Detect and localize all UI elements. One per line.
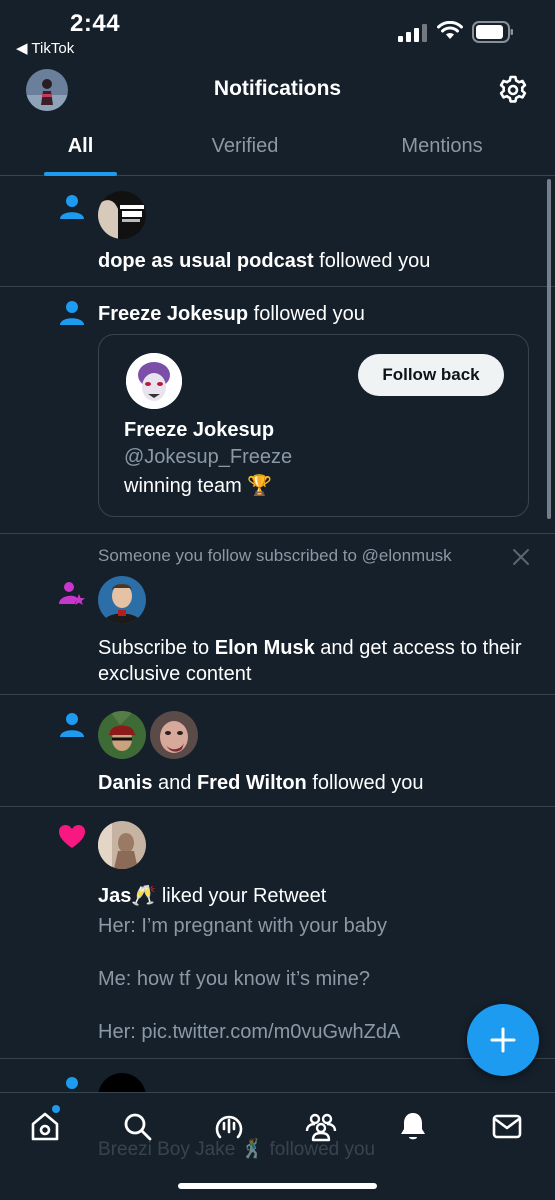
card-bio: winning team 🏆 bbox=[124, 475, 273, 497]
heart-icon bbox=[59, 825, 85, 848]
tab-all[interactable]: All bbox=[44, 135, 117, 158]
avatar[interactable] bbox=[98, 576, 146, 624]
mail-icon[interactable] bbox=[490, 1109, 524, 1143]
communities-icon[interactable] bbox=[304, 1109, 338, 1143]
avatar[interactable] bbox=[126, 353, 182, 409]
tab-verified[interactable]: Verified bbox=[190, 135, 300, 158]
notification-item[interactable] bbox=[0, 1059, 555, 1092]
spaces-icon[interactable] bbox=[212, 1109, 246, 1143]
notifications-feed[interactable]: dope as usual podcast followed you Freez… bbox=[0, 177, 555, 1092]
person-icon bbox=[66, 1077, 78, 1089]
follow-back-button[interactable]: Follow back bbox=[358, 354, 504, 396]
person-star-icon bbox=[59, 582, 85, 605]
user-card[interactable]: Follow back Freeze Jokesup @Jokesup_Free… bbox=[98, 334, 529, 517]
plus-icon bbox=[490, 1027, 516, 1053]
tweet-link[interactable]: Her: pic.twitter.com/m0vuGwhZdA bbox=[98, 1021, 400, 1044]
bottom-nav: Breezi Boy Jake 🕺 followed you bbox=[0, 1092, 555, 1200]
avatar[interactable] bbox=[98, 191, 146, 239]
tweet-text-line: Her: I’m pregnant with your baby bbox=[98, 915, 388, 937]
avatar[interactable] bbox=[150, 711, 198, 759]
person-icon bbox=[60, 195, 84, 219]
wifi-icon bbox=[437, 21, 463, 39]
home-indicator bbox=[178, 1183, 377, 1189]
status-bar: 2:44 ◀ TikTok bbox=[0, 0, 555, 60]
notification-item[interactable]: dope as usual podcast followed you bbox=[0, 177, 555, 287]
scrollbar[interactable] bbox=[547, 179, 551, 519]
signal-icon bbox=[398, 24, 427, 42]
notification-item[interactable]: Freeze Jokesup followed you Follow back … bbox=[0, 287, 555, 534]
notification-item[interactable]: Danis and Fred Wilton followed you bbox=[0, 695, 555, 807]
close-icon[interactable] bbox=[511, 547, 531, 567]
battery-icon bbox=[472, 21, 513, 43]
header: Notifications bbox=[0, 60, 555, 120]
notification-text: Danis and Fred Wilton followed you bbox=[98, 772, 424, 794]
person-icon bbox=[60, 301, 84, 325]
notification-context: Someone you follow subscribed to @elonmu… bbox=[98, 546, 452, 565]
tweet-text-line: Me: how tf you know it’s mine? bbox=[98, 968, 370, 990]
tab-bar: All Verified Mentions bbox=[0, 120, 555, 176]
card-name[interactable]: Freeze Jokesup bbox=[124, 419, 274, 442]
person-icon bbox=[60, 713, 84, 737]
notification-text: Subscribe to Elon Musk and get access to… bbox=[98, 637, 522, 685]
gear-icon[interactable] bbox=[497, 74, 529, 106]
active-tab-indicator bbox=[44, 172, 117, 176]
back-to-app-link[interactable]: ◀ TikTok bbox=[16, 39, 74, 57]
bell-icon[interactable] bbox=[396, 1109, 430, 1143]
card-handle: @Jokesup_Freeze bbox=[124, 446, 293, 468]
home-icon[interactable] bbox=[28, 1109, 62, 1143]
tab-mentions[interactable]: Mentions bbox=[382, 135, 502, 158]
avatar[interactable] bbox=[98, 1073, 146, 1092]
notification-text: Freeze Jokesup followed you bbox=[98, 303, 365, 325]
avatar[interactable] bbox=[98, 711, 146, 759]
notification-text: Jas🥂 liked your Retweet bbox=[98, 885, 327, 907]
avatar[interactable] bbox=[98, 821, 146, 869]
unread-dot bbox=[52, 1105, 60, 1113]
search-icon[interactable] bbox=[120, 1109, 154, 1143]
notification-item[interactable]: Someone you follow subscribed to @elonmu… bbox=[0, 534, 555, 695]
compose-button[interactable] bbox=[467, 1004, 539, 1076]
page-title: Notifications bbox=[213, 77, 342, 100]
notification-text: dope as usual podcast followed you bbox=[98, 250, 431, 272]
status-time: 2:44 bbox=[70, 10, 121, 37]
